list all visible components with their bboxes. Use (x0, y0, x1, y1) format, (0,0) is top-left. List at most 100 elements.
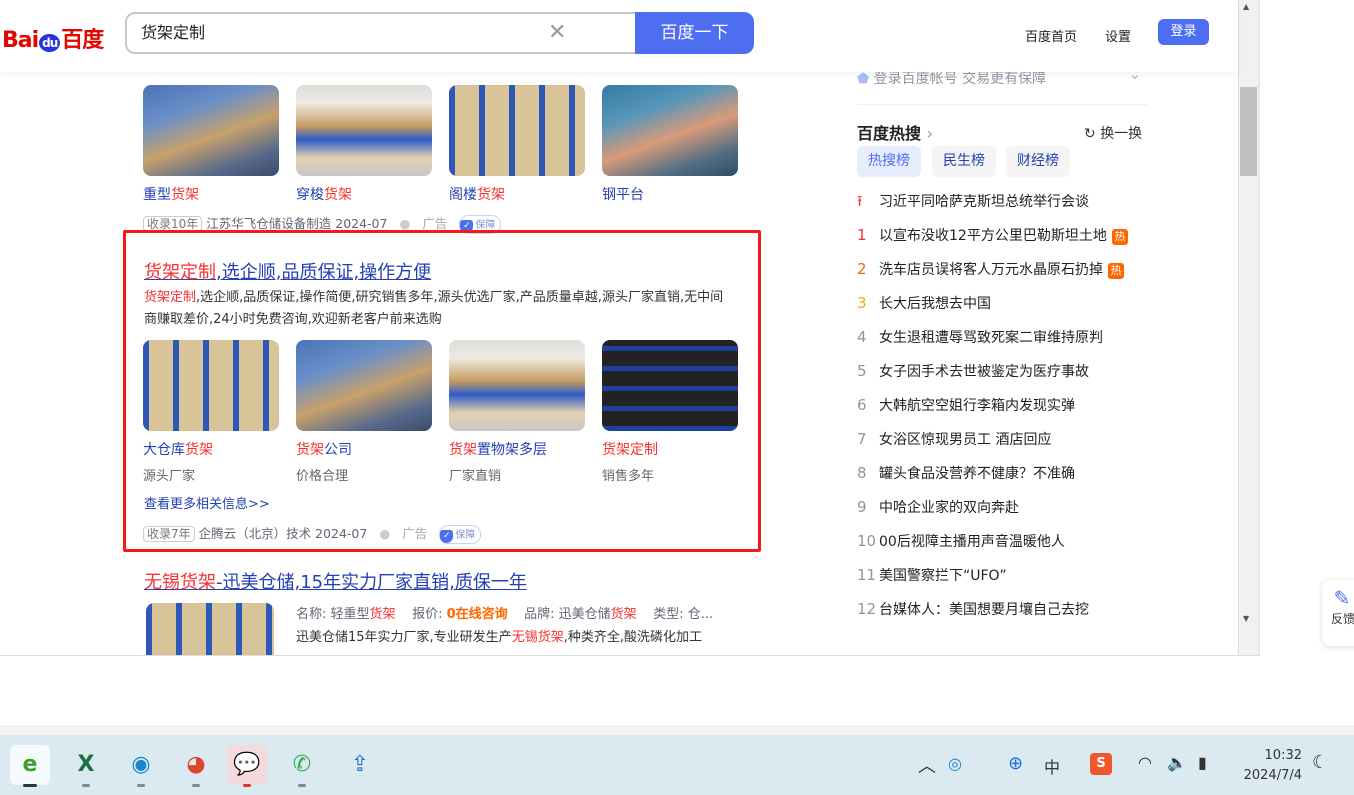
search-button[interactable]: 百度一下 (635, 12, 754, 54)
hot-search-item[interactable]: 12 台媒体人：美国想要月壤自己去挖 (857, 599, 1157, 619)
rank: ⭱ (857, 191, 879, 216)
guarantee-badge[interactable]: ✓ 保障 (439, 525, 482, 544)
tray-chat-icon[interactable]: ◎ (948, 754, 962, 773)
more-info-link[interactable]: 查看更多相关信息>> (144, 493, 270, 512)
hot-search-item[interactable]: 7 女浴区惊现男员工 酒店回应 (857, 429, 1157, 449)
hot-title: 洗车店员误将客人万元水晶原石扔掉 (879, 262, 1103, 278)
pen-icon: ✎ (1333, 586, 1351, 610)
result-link[interactable]: 大仓库货架 (143, 439, 213, 459)
refresh-icon: ↻ (1084, 126, 1096, 142)
hot-search-item[interactable]: 4 女生退租遭辱骂致死案二审维持原判 (857, 327, 1157, 347)
chrome-icon[interactable]: ◕ (176, 745, 216, 787)
hot-search-item[interactable]: 5 女子因手术去世被鉴定为医疗事故 (857, 361, 1157, 381)
ie-browser-icon[interactable]: e (10, 745, 50, 787)
rank: 3 (857, 294, 867, 312)
rank: 11 (857, 566, 877, 584)
volume-icon[interactable]: 🔈 (1167, 753, 1187, 772)
tab-finance[interactable]: 财经榜 (1006, 146, 1070, 177)
item-subtitle: 厂家直销 (449, 469, 502, 484)
ime-indicator[interactable]: 中 (1044, 754, 1060, 778)
divider (0, 655, 1260, 656)
result-link[interactable]: 货架置物架多层 (449, 439, 547, 459)
result-link[interactable]: 穿梭货架 (296, 184, 352, 204)
source: 企腾云（北京）技术 2024-07 (198, 526, 368, 541)
hot-search-title[interactable]: 百度热搜 › (857, 120, 933, 144)
rank: 10 (857, 532, 877, 550)
result-image[interactable] (449, 340, 585, 431)
hot-title: 中哈企业家的双向奔赴 (879, 500, 1019, 516)
baidu-logo[interactable]: Bai du 百度 (2, 22, 104, 54)
clock[interactable]: 10:32 2024/7/4 (1238, 746, 1302, 786)
result-image[interactable] (296, 340, 432, 431)
hot-search-item[interactable]: ⭱ 习近平同哈萨克斯坦总统举行会谈 (857, 191, 1157, 216)
settings-link[interactable]: 设置 (1105, 26, 1131, 45)
result-link[interactable]: 货架公司 (296, 439, 352, 459)
hot-title: 美国警察拦下“UFO” (879, 568, 1007, 584)
chat-app-icon[interactable]: 💬 (227, 745, 267, 787)
login-button[interactable]: 登录 (1158, 19, 1209, 45)
pin-top-icon: ⭱ (857, 192, 863, 210)
hot-title: 女生退租遭辱骂致死案二审维持原判 (879, 330, 1103, 346)
hot-title: 以宣布没收12平方公里巴勒斯坦土地 (879, 228, 1107, 244)
feedback-button[interactable]: ✎ 反馈 (1322, 580, 1354, 646)
excel-icon[interactable]: X (66, 745, 106, 787)
result-image[interactable] (602, 340, 738, 431)
scrollbar-thumb[interactable] (1240, 87, 1257, 176)
hot-search-item[interactable]: 3 长大后我想去中国 (857, 293, 1157, 313)
chevron-up-icon[interactable]: ︿ (918, 752, 936, 778)
item-subtitle: 销售多年 (602, 469, 655, 484)
hot-title: 女浴区惊现男员工 酒店回应 (879, 432, 1052, 448)
hot-search-item[interactable]: 8 罐头食品没营养不健康？不准确 (857, 463, 1157, 483)
hot-search-item[interactable]: 1 以宣布没收12平方公里巴勒斯坦土地热 (857, 225, 1157, 245)
result-title[interactable]: 货架定制,选企顺,品质保证,操作方便 (144, 258, 431, 284)
result-image[interactable] (143, 85, 279, 176)
sogou-icon[interactable]: S (1090, 753, 1112, 775)
hot-search-item[interactable]: 10 00后视障主播用声音温暖他人 (857, 531, 1157, 551)
result-link[interactable]: 钢平台 (602, 184, 644, 204)
hot-search-item[interactable]: 6 大韩航空空姐行李箱内发现实弹 (857, 395, 1157, 415)
result-title[interactable]: 无锡货架-迅美仓储,15年实力厂家直销,质保一年 (144, 568, 527, 594)
battery-icon[interactable]: ▮ (1198, 753, 1207, 772)
ad-label: 广告 (402, 526, 428, 541)
result-image[interactable] (602, 85, 738, 176)
upload-app-icon[interactable]: ⇪ (340, 745, 380, 785)
scroll-up-icon: ▲ (1243, 2, 1250, 11)
hot-title: 台媒体人：美国想要月壤自己去挖 (879, 602, 1089, 618)
rank: 5 (857, 362, 867, 380)
rank: 6 (857, 396, 867, 414)
wechat-icon[interactable]: ✆ (282, 745, 322, 787)
hot-title: 长大后我想去中国 (879, 296, 991, 312)
edge-icon[interactable]: ◉ (121, 745, 161, 787)
hot-search-item[interactable]: 9 中哈企业家的双向奔赴 (857, 497, 1157, 517)
tab-hot[interactable]: 热搜榜 (857, 146, 921, 177)
result-meta: 收录7年 企腾云（北京）技术 2024-07 ● 广告 ✓ 保障 (143, 523, 482, 544)
rank: 9 (857, 498, 867, 516)
home-link[interactable]: 百度首页 (1025, 26, 1077, 45)
chevron-right-icon: › (926, 124, 933, 143)
source: 江苏华飞仓储设备制造 2024-07 (206, 216, 388, 231)
result-image[interactable] (143, 340, 279, 431)
result-image[interactable] (449, 85, 585, 176)
rank: 7 (857, 430, 867, 448)
tab-livelihood[interactable]: 民生榜 (932, 146, 996, 177)
result-link[interactable]: 重型货架 (143, 184, 199, 204)
refresh-button[interactable]: ↻ 换一换 (1084, 123, 1142, 143)
wifi-icon[interactable]: ◠ (1138, 753, 1152, 772)
tray-cloud-icon[interactable]: ⊕ (1008, 753, 1023, 774)
window-edge (1258, 0, 1260, 655)
rank: 12 (857, 600, 877, 618)
hot-search-item[interactable]: 11 美国警察拦下“UFO” (857, 565, 1157, 585)
item-subtitle: 源头厂家 (143, 469, 196, 484)
result-link[interactable]: 阁楼货架 (449, 184, 505, 204)
hot-badge: 热 (1108, 263, 1124, 279)
result-image[interactable] (296, 85, 432, 176)
ad-label: 广告 (422, 216, 448, 231)
clear-icon[interactable]: ✕ (548, 20, 566, 45)
hot-title: 女子因手术去世被鉴定为医疗事故 (879, 364, 1089, 380)
moon-icon[interactable]: ☾ (1312, 752, 1328, 773)
hot-title: 罐头食品没营养不健康？不准确 (879, 466, 1075, 482)
result-image[interactable] (146, 603, 274, 655)
result-link[interactable]: 货架定制 (602, 439, 658, 459)
hot-search-item[interactable]: 2 洗车店员误将客人万元水晶原石扔掉热 (857, 259, 1157, 279)
top-bar: Bai du 百度 货架定制 ✕ 百度一下 百度首页 设置 登录 (0, 0, 1238, 72)
